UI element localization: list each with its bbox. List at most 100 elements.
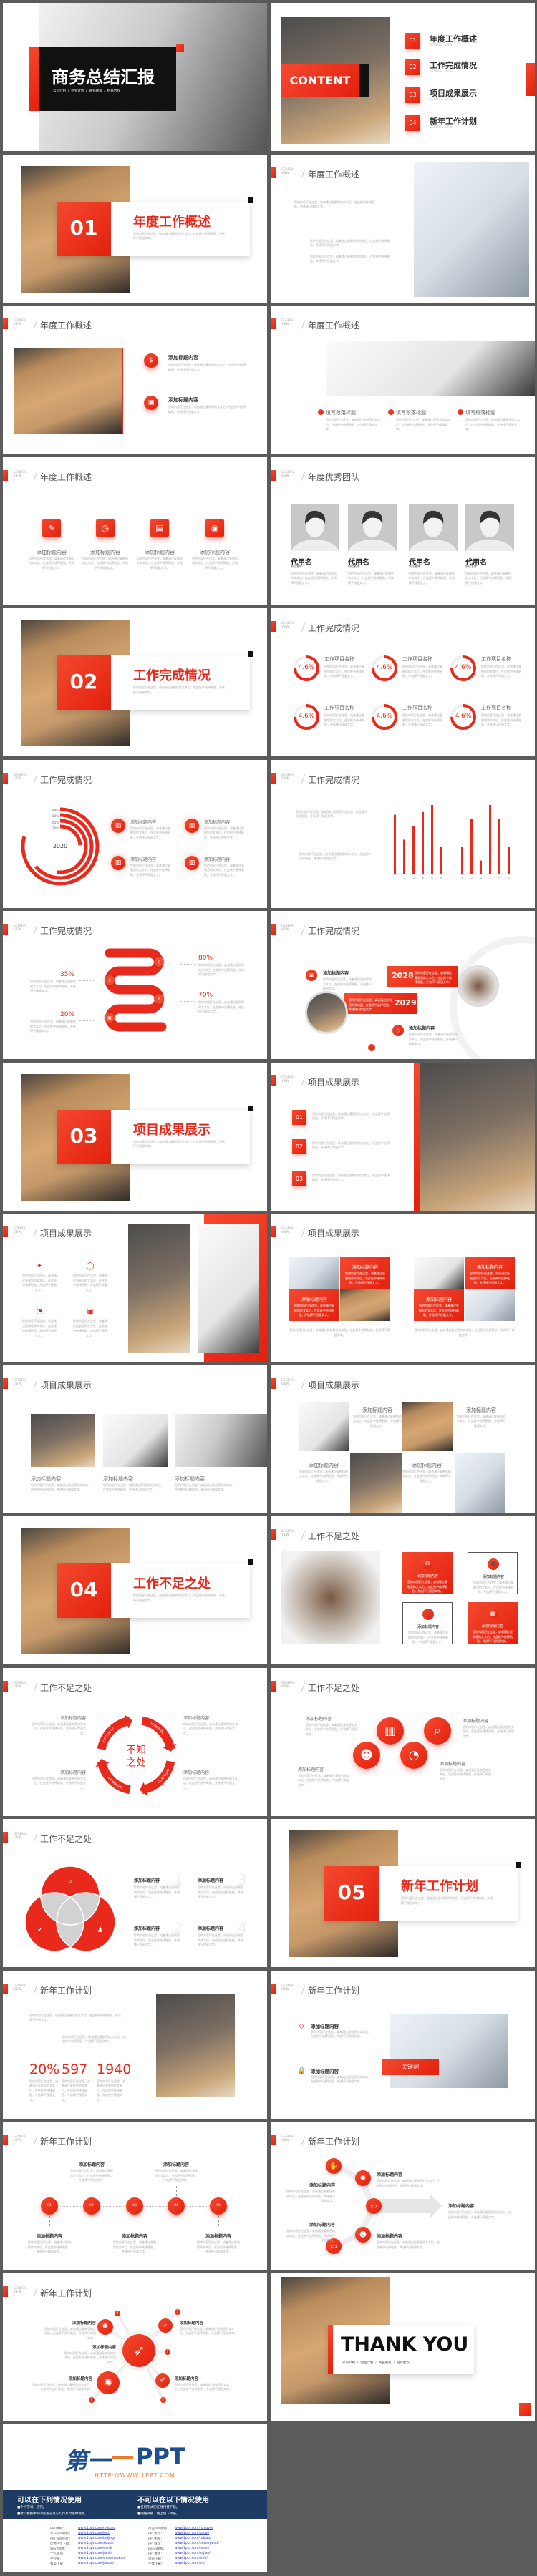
body-text: 您的内容打在这里，或者通过复制您的文本后，在此框中选择粘贴，并选择只保留文字。 bbox=[286, 2190, 335, 2203]
slide-9[interactable]: 02 工作完成情况 您的内容打在这里，或者通过复制您的文本后，在此框中选择粘贴，并选… bbox=[3, 608, 267, 756]
member-role: 职位名称 bbox=[465, 564, 477, 568]
slide-title: 年度优秀团队 bbox=[308, 472, 360, 482]
cell-title: 添加标题内容 bbox=[425, 1297, 452, 1302]
step-number: 02 bbox=[90, 2204, 94, 2207]
header-tag-line2: VIEW bbox=[14, 473, 21, 477]
keyword-button[interactable]: 关键词 bbox=[382, 2059, 439, 2075]
header-slash bbox=[33, 320, 38, 329]
link-url[interactable]: www.1ppt.com/jieri/ bbox=[78, 2532, 110, 2535]
item-title: 添加标题内容 bbox=[36, 2234, 62, 2239]
header-slash bbox=[301, 1228, 306, 1237]
body-text: 您的内容打在这里，或者通过复制您的文本后，在此框中选择粘贴，并选择只保留文字。 bbox=[155, 2169, 198, 2182]
slide-18[interactable]: GENERAL VIEW 项目成果展示 添加标题内容 您的内容打在这里，或者通过复制您的… bbox=[271, 1214, 535, 1362]
item-title: 添加标题内容 bbox=[204, 857, 231, 862]
slide-11[interactable]: GENERAL VIEW 工作完成情况 99% 80% 65% 30% 2020 ▥ 添加标题内容… bbox=[3, 759, 267, 908]
body-text: 您的内容打在这里，或者通过复制您的文本后，在此框中选择粘贴，并选择只保留文字。 bbox=[457, 1414, 505, 1428]
slide-15[interactable]: 03 项目成果展示 您的内容打在这里，或者通过复制您的文本后，在此框中选择粘贴，并选… bbox=[3, 1062, 267, 1211]
usage-band: 可以在下列情况使用 ■个人学习、研究。 ■拷贝模板中的内容用于其它幻灯片母版中使用。… bbox=[3, 2490, 267, 2519]
header-slash bbox=[33, 2136, 38, 2145]
photo-circle bbox=[305, 991, 348, 1034]
slide-27[interactable]: GENERAL VIEW 新年工作计划 您的内容打在这里，或者通过复制您的文本后，在此… bbox=[3, 1970, 267, 2119]
slide-19[interactable]: GENERAL VIEW 项目成果展示 添加标题内容 您的内容打在这里，或者通过复制您的… bbox=[3, 1365, 267, 1513]
slide-32[interactable]: THANK YOU 公司介绍 / 创业计划 / 商业融资 / 招商合作 bbox=[271, 2273, 535, 2421]
link-url[interactable]: www.1ppt.com/tubiao/ bbox=[175, 2537, 211, 2540]
body-text: 您的内容打在这里，或者通过复制您的文本后，在此框中选择粘贴，并选择只保留文字。 bbox=[62, 2034, 125, 2044]
bullet-dot bbox=[458, 409, 463, 415]
slide-25[interactable]: GENERAL VIEW 工作不足之处 ⌕ ✓ ♟ 添加标题内容 1 您的内容打在这里，或者通过… bbox=[3, 1819, 267, 1967]
slide-28[interactable]: GENERAL VIEW 新年工作计划 ◇ 添加标题内容 您的内容打在这里，或者通过复制您… bbox=[271, 1970, 535, 2119]
link-url[interactable]: www.1ppt.com/excel/ bbox=[175, 2547, 209, 2550]
link-url[interactable]: www.1ppt.com/hangye/ bbox=[175, 2527, 213, 2530]
slide-title: 新年工作计划 bbox=[40, 1985, 92, 1996]
badge-number: 3 bbox=[90, 2397, 93, 2401]
photo bbox=[103, 1413, 168, 1467]
slide-30[interactable]: GENERAL VIEW 新年工作计划 ✋ ✺ ▭ ☻ ▭ 添加标题内容 您的内容打在这里，或者通… bbox=[271, 2122, 535, 2270]
link-url[interactable]: www.1ppt.com/shouchaobao/ bbox=[78, 2557, 125, 2560]
photo bbox=[198, 1224, 259, 1353]
x-tick-label: 1 bbox=[461, 876, 463, 880]
slide-6[interactable]: GENERAL VIEW 年度工作概述 填写段落标题 您的内容打在这里，或者通过复制您的… bbox=[271, 306, 535, 454]
slide-7[interactable]: GENERAL VIEW 年度工作概述 ✎ 添加标题内容 您的内容打在这里，或者通过复制您… bbox=[3, 457, 267, 605]
body-text: 您的内容打在这里，或者通过复制您的文本后，在此框中选择粘贴，并选择只保留文字。 bbox=[113, 2240, 156, 2254]
link-url[interactable]: www.1ppt.com/kejian/ bbox=[175, 2552, 211, 2555]
link-label: Excel模板： bbox=[148, 2547, 167, 2551]
contents-item-1[interactable]: 01 bbox=[405, 33, 420, 49]
info-box: ▦ 添加标题内容 您的内容打在这里，或者通过复制您的文本后，在此框中选择粘贴，并选择… bbox=[468, 1602, 518, 1644]
item-title: 添加标题内容 bbox=[90, 549, 120, 555]
slide-3[interactable]: 01 年度工作概述 您的内容打在这里，或者通过复制您的文本后，在此框中选择粘贴，并选… bbox=[3, 154, 267, 303]
box-title: 添加标题内容 bbox=[482, 1575, 504, 1579]
slide-1[interactable]: 商务总结汇报 公司介绍 / 创业计划 / 商业融资 / 招商合作 bbox=[3, 3, 267, 151]
slide-29[interactable]: GENERAL VIEW 新年工作计划 01 添加标题内容 您的内容打在这里，或者通过复制… bbox=[3, 2122, 267, 2270]
slide-23[interactable]: GENERAL VIEW 工作不足之处 OPTION 01 OPTION 01 OPTIO… bbox=[3, 1667, 267, 1816]
link-url[interactable]: www.1ppt.com/moban/ bbox=[78, 2527, 115, 2530]
item-title: 添加标题内容 bbox=[466, 1407, 496, 1413]
link-url[interactable]: www.1ppt.com/word/ bbox=[78, 2547, 112, 2550]
link-url[interactable]: www.1ppt.com/beijing/ bbox=[78, 2537, 115, 2540]
body-text: 您的内容打在这里，或者通过复制您的文本后，在此框中选择粘贴，并选择只保留文字。 bbox=[204, 863, 244, 877]
slide-10[interactable]: GENERAL VIEW 工作完成情况 4.6% 工作项目名称 您的内容打在这里，或者通过… bbox=[271, 608, 535, 756]
slide-20[interactable]: GENERAL VIEW 项目成果展示 添加标题内容 您的内容打在这里，或者通过复制您的… bbox=[271, 1365, 535, 1513]
slide-5[interactable]: GENERAL VIEW 年度工作概述 $ 添加标题内容 您的内容打在这里，或者通过复制您… bbox=[3, 306, 267, 454]
connector-line bbox=[79, 980, 94, 981]
arrow-shape bbox=[378, 2193, 442, 2219]
photo-circle bbox=[458, 965, 499, 1007]
slide-21[interactable]: 04 工作不足之处 您的内容打在这里，或者通过复制您的文本后，在此框中选择粘贴，并选… bbox=[3, 1516, 267, 1664]
item-title: 添加标题内容 bbox=[323, 971, 349, 976]
link-url[interactable]: www.1ppt.com/ziti/ bbox=[175, 2562, 205, 2565]
header-accent-bar bbox=[271, 1529, 276, 1540]
x-tick-label: 2 bbox=[403, 876, 405, 880]
link-label: PPT背景图片： bbox=[50, 2537, 72, 2541]
body-text: 您的内容打在这里，或者通过复制您的文本后，在此框中选择粘贴，并选择只保留文字。 bbox=[62, 2079, 90, 2102]
slide-8[interactable]: GENERAL VIEW 年度优秀团队 代用名 职位名称 您的内容打在这里，或者通过复制您… bbox=[271, 457, 535, 605]
body-text: 您的内容打在这里，或者通过复制您的文本后，在此框中选择粘贴，并选择只保留文字。 bbox=[198, 1885, 243, 1899]
link-url[interactable]: www.1ppt.com/shiti/ bbox=[175, 2557, 208, 2560]
slide-2[interactable]: CONTENT 01 年度工作概述 GENERAL VIEW 02 工作完成情况 GENER… bbox=[271, 3, 535, 151]
slide-31[interactable]: GENERAL VIEW 新年工作计划 ➶ ✺ ⌕ ✺ ✐ 4 5 1 3 2 添加标题内容 您的内容打在这… bbox=[3, 2273, 267, 2421]
body-text: 您的内容打在这里，或者通过复制您的文本后，在此框中选择粘贴，并选择只保留文字。 bbox=[168, 405, 246, 414]
link-url[interactable]: www.1ppt.com/powerpoint/ bbox=[175, 2542, 219, 2545]
link-url[interactable]: www.1ppt.com/xiazai/ bbox=[78, 2542, 114, 2545]
link-label: PPT教程： bbox=[148, 2542, 164, 2546]
slide-4[interactable]: GENERAL VIEW 年度工作概述 您的内容打在这里，或者通过复制您的文本后，在此… bbox=[271, 154, 535, 303]
slide-14[interactable]: GENERAL VIEW 工作完成情况 ▣ 添加标题内容 您的内容打在这里，或者通过复制您… bbox=[271, 911, 535, 1059]
slide-13[interactable]: GENERAL VIEW 工作完成情况 ◇ $ ✐ ▣ 35% 您的内容打在这里，或者通过复制您… bbox=[3, 911, 267, 1059]
slide-12[interactable]: GENERAL VIEW 工作完成情况 您的内容打在这里，或者通过复制您的文本后，在此… bbox=[271, 759, 535, 908]
slide-24[interactable]: GENERAL VIEW 工作不足之处 ▥ ⌕ ☻ ◔ 添加标题内容 您的内容打在这里，或者通过… bbox=[271, 1667, 535, 1816]
check-icon: ✓ bbox=[37, 1926, 44, 1934]
slide-17[interactable]: GENERAL VIEW 项目成果展示 ✦ 您的内容打在这里，或者通过复制您的文本后，在… bbox=[3, 1214, 267, 1362]
header-tag-line2: VIEW bbox=[281, 1533, 289, 1536]
link-url[interactable]: www.1ppt.com/jianli/ bbox=[78, 2552, 112, 2555]
thanks-accent-bar bbox=[328, 2324, 333, 2374]
slide-22[interactable]: GENERAL VIEW 工作不足之处 ✉ 添加标题内容 您的内容打在这里，或者通过复制您… bbox=[271, 1516, 535, 1664]
briefcase-icon: ▣ bbox=[105, 1013, 115, 1023]
link-url[interactable]: www.1ppt.com/sucai/ bbox=[175, 2532, 209, 2535]
slide-16[interactable]: GENERAL VIEW 项目成果展示 01 您的内容打在这里，或者通过复制您的文本后，… bbox=[271, 1062, 535, 1211]
contents-item-4[interactable]: 04 bbox=[405, 115, 420, 131]
body-text: 您的内容打在这里，或者通过复制您的文本后，在此框中选择粘贴，并选择只保留文字。 bbox=[198, 1000, 244, 1014]
photo bbox=[175, 1413, 267, 1467]
timeline-step: 01 bbox=[41, 2197, 58, 2215]
link-url[interactable]: www.1ppt.com/jiaoan/ bbox=[78, 2562, 114, 2565]
contents-item-2[interactable]: 02 bbox=[405, 59, 420, 75]
slide-26[interactable]: 05 新年工作计划 您的内容打在这里，或者通过复制您的文本后，在此框中选择粘贴，并选… bbox=[271, 1819, 535, 1967]
contents-item-3[interactable]: 03 bbox=[405, 87, 420, 103]
